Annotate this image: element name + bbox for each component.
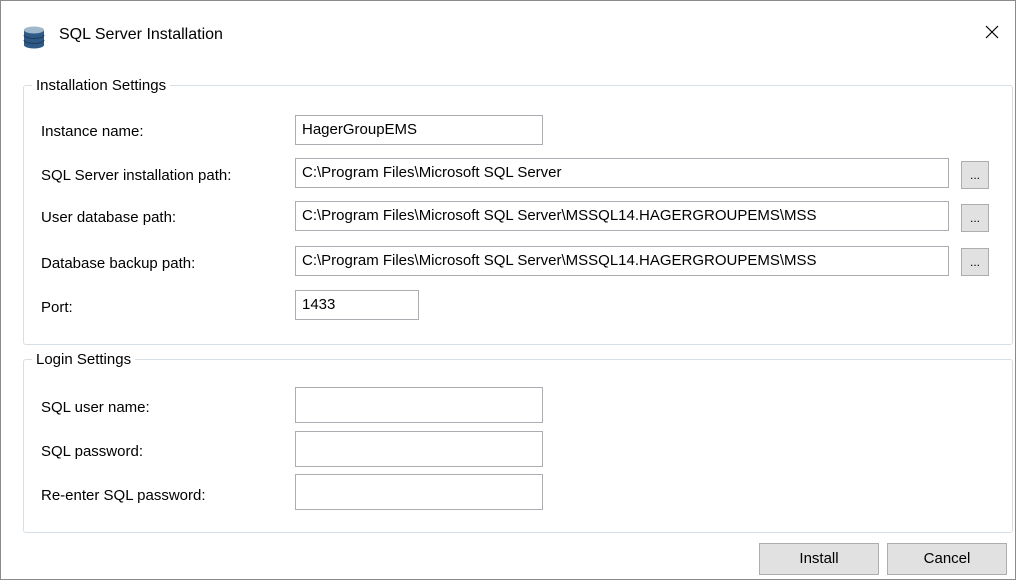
reenter-password-input[interactable]	[295, 474, 543, 510]
cancel-button[interactable]: Cancel	[887, 543, 1007, 575]
reenter-password-label: Re-enter SQL password:	[41, 487, 206, 504]
sql-user-name-input[interactable]	[295, 387, 543, 423]
install-path-browse-button[interactable]: ...	[961, 161, 989, 189]
sql-user-name-label: SQL user name:	[41, 399, 150, 416]
install-button[interactable]: Install	[759, 543, 879, 575]
install-path-input[interactable]: C:\Program Files\Microsoft SQL Server	[295, 158, 949, 188]
title-bar: SQL Server Installation	[1, 1, 1015, 67]
login-settings-legend: Login Settings	[36, 351, 132, 368]
close-icon	[984, 24, 1000, 44]
port-input[interactable]: 1433	[295, 290, 419, 320]
instance-name-input[interactable]: HagerGroupEMS	[295, 115, 543, 145]
user-db-path-browse-button[interactable]: ...	[961, 204, 989, 232]
port-label: Port:	[41, 299, 73, 316]
backup-path-input[interactable]: C:\Program Files\Microsoft SQL Server\MS…	[295, 246, 949, 276]
user-db-path-label: User database path:	[41, 209, 177, 226]
close-button[interactable]	[969, 15, 1015, 53]
dialog-window: SQL Server Installation Installation Set…	[0, 0, 1016, 580]
backup-path-label: Database backup path:	[41, 255, 196, 272]
backup-path-browse-button[interactable]: ...	[961, 248, 989, 276]
sql-password-label: SQL password:	[41, 443, 143, 460]
install-path-label: SQL Server installation path:	[41, 167, 232, 184]
sql-password-input[interactable]	[295, 431, 543, 467]
database-icon	[23, 25, 45, 49]
installation-settings-legend: Installation Settings	[36, 77, 167, 94]
window-title: SQL Server Installation	[59, 26, 223, 43]
instance-name-label: Instance name:	[41, 123, 144, 140]
user-db-path-input[interactable]: C:\Program Files\Microsoft SQL Server\MS…	[295, 201, 949, 231]
